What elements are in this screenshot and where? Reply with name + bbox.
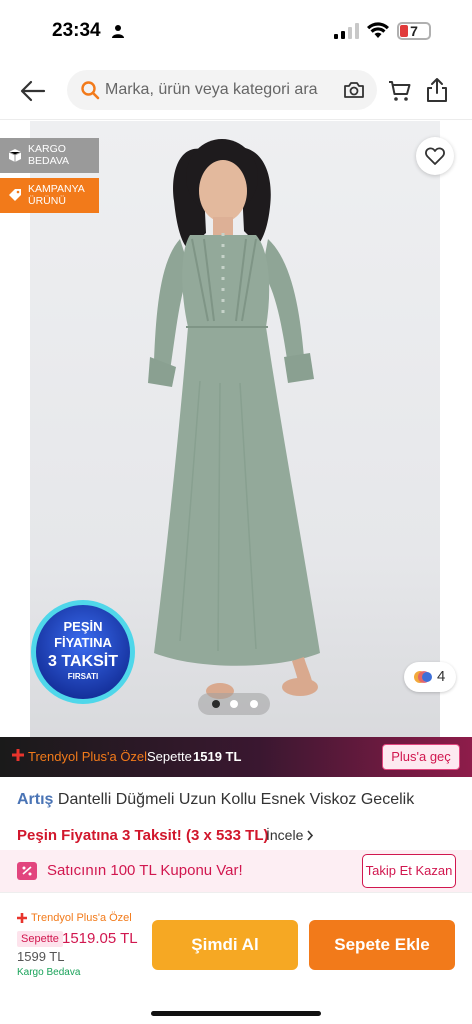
bottom-purchase-bar: Trendyol Plus'a Özel Sepette 1519.05 TL … — [0, 892, 472, 1024]
plus-basket-text: Sepette — [147, 749, 192, 764]
cart-icon[interactable] — [388, 79, 412, 103]
color-swatch-icon — [414, 671, 432, 683]
coupon-banner: Satıcının 100 TL Kuponu Var! Takip Et Ka… — [0, 850, 472, 892]
campaign-text: KAMPANYA ÜRÜNÜ — [28, 183, 85, 207]
camera-icon[interactable] — [343, 80, 365, 100]
chevron-right-icon — [307, 830, 314, 841]
signal-icon — [334, 23, 359, 39]
search-bar[interactable] — [67, 70, 377, 110]
product-title: Artış Dantelli Düğmeli Uzun Kollu Esnek … — [17, 791, 467, 809]
plus-icon — [17, 913, 27, 923]
regular-price: 1599 TL — [17, 949, 65, 964]
coupon-text: Satıcının 100 TL Kuponu Var! — [47, 862, 243, 879]
review-link-text: İncele — [266, 827, 304, 843]
color-count: 4 — [437, 668, 446, 685]
heart-icon — [425, 147, 445, 165]
brand-link[interactable]: Artış — [17, 791, 53, 808]
product-image-gallery[interactable]: KARGO BEDAVA KAMPANYA ÜRÜNÜ PEŞİN FİYATI… — [0, 121, 472, 737]
add-to-cart-button[interactable]: Sepete Ekle — [309, 920, 455, 970]
plus-label: Trendyol Plus'a Özel — [28, 749, 148, 764]
promo-line-2: FİYATINA — [54, 635, 112, 650]
status-bar: 23:34 7 — [0, 0, 472, 62]
status-time: 23:34 — [52, 20, 101, 41]
plus-price: 1519 TL — [193, 749, 242, 764]
campaign-badge: KAMPANYA ÜRÜNÜ — [0, 178, 99, 213]
installment-promo-sticker: PEŞİN FİYATINA 3 TAKSİT FIRSATI — [31, 600, 135, 704]
free-shipping-badge: KARGO BEDAVA — [0, 138, 99, 173]
wifi-icon — [367, 22, 389, 38]
free-shipping-label: Kargo Bedava — [17, 967, 81, 978]
installment-details-link[interactable]: İncele — [266, 827, 314, 843]
footer-plus-label: Trendyol Plus'a Özel — [31, 912, 132, 924]
search-icon — [81, 81, 100, 100]
promo-line-3: 3 TAKSİT — [48, 652, 118, 670]
share-icon[interactable] — [426, 77, 448, 103]
home-indicator[interactable] — [151, 1011, 321, 1016]
image-pager[interactable] — [198, 693, 270, 715]
buy-now-button[interactable]: Şimdi Al — [152, 920, 298, 970]
top-nav — [0, 62, 472, 120]
product-name: Dantelli Düğmeli Uzun Kollu Esnek Viskoz… — [57, 791, 415, 808]
color-options-button[interactable]: 4 — [404, 662, 456, 692]
box-icon — [8, 149, 22, 162]
free-shipping-text: KARGO BEDAVA — [28, 143, 70, 167]
tag-icon — [9, 189, 21, 201]
pager-dot-active[interactable] — [212, 700, 220, 708]
pager-dot[interactable] — [250, 700, 258, 708]
join-plus-button[interactable]: Plus'a geç — [382, 744, 460, 770]
plus-icon — [12, 749, 24, 761]
pager-dot[interactable] — [230, 700, 238, 708]
favorite-button[interactable] — [416, 137, 454, 175]
search-input[interactable] — [105, 78, 341, 102]
installment-text: Peşin Fiyatına 3 Taksit! (3 x 533 TL) — [17, 827, 269, 844]
plus-price-value: 1519.05 TL — [62, 930, 138, 947]
coupon-icon — [17, 862, 37, 880]
follow-and-win-button[interactable]: Takip Et Kazan — [362, 854, 456, 888]
battery-level: 7 — [410, 23, 418, 39]
trendyol-plus-bar: Trendyol Plus'a Özel Sepette 1519 TL Plu… — [0, 737, 472, 777]
promo-line-4: FIRSATI — [68, 672, 99, 681]
back-arrow-icon[interactable] — [18, 76, 48, 106]
promo-line-1: PEŞİN — [63, 619, 102, 634]
basket-price-tag: Sepette — [17, 931, 63, 947]
battery-icon: 7 — [397, 22, 431, 40]
person-icon — [112, 25, 124, 38]
